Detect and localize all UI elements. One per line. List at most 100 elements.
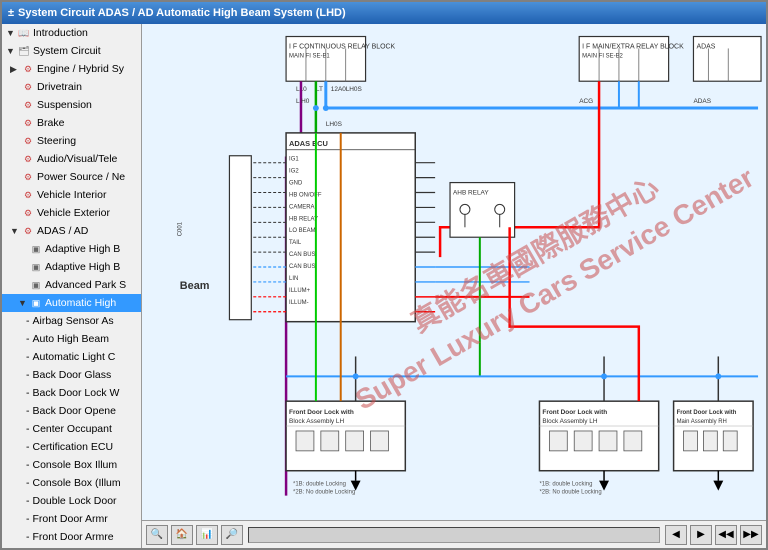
gear-icon: ⚙ [21, 224, 35, 238]
sidebar-item-auto-high[interactable]: ▼ ▣ Automatic High [2, 294, 141, 312]
sub-icon: ▣ [29, 296, 43, 310]
sidebar-item-adaptive-b2[interactable]: ▣ Adaptive High B [2, 258, 141, 276]
sidebar-item-auto-light[interactable]: - Automatic Light C [2, 348, 141, 366]
svg-text:MAIN FI SE-B2: MAIN FI SE-B2 [582, 53, 623, 59]
svg-text:GND: GND [289, 181, 303, 187]
sidebar-item-engine[interactable]: ▶ ⚙ Engine / Hybrid Sy [2, 60, 141, 78]
sidebar-item-adas[interactable]: ▼ ⚙ ADAS / AD [2, 222, 141, 240]
sidebar-item-front-door-ins1[interactable]: - Front Door Inside [2, 546, 141, 548]
svg-text:*2B: No double Locking: *2B: No double Locking [539, 490, 601, 496]
title-icon: ± [8, 7, 14, 19]
sidebar-item-drivetrain[interactable]: ⚙ Drivetrain [2, 78, 141, 96]
svg-text:MAIN FI SE-B1: MAIN FI SE-B1 [289, 53, 330, 59]
svg-text:Front Door Lock with: Front Door Lock with [289, 409, 354, 416]
svg-text:ILLUM+: ILLUM+ [289, 288, 311, 294]
sidebar-item-console-illum[interactable]: - Console Box Illum [2, 456, 141, 474]
first-page-button[interactable]: ◀◀ [715, 525, 737, 545]
search-icon: 🔍 [151, 529, 163, 540]
bullet: - [26, 511, 30, 527]
wiring-diagram: I F CONTINUOUS RELAY BLOCK MAIN FI SE-B1… [142, 24, 766, 520]
svg-text:TAIL: TAIL [289, 240, 302, 246]
chart-button[interactable]: 📊 [196, 525, 218, 545]
bullet: - [26, 349, 30, 365]
gear-icon: ⚙ [21, 62, 35, 76]
svg-text:IG2: IG2 [289, 169, 299, 175]
sidebar-item-power[interactable]: ⚙ Power Source / Ne [2, 168, 141, 186]
home-icon: 🏠 [176, 529, 188, 540]
bullet: - [26, 493, 30, 509]
svg-text:Beam: Beam [180, 280, 210, 292]
svg-text:LH0S: LH0S [326, 121, 342, 128]
svg-text:CAMERA: CAMERA [289, 204, 314, 210]
zoom-button[interactable]: 🔎 [221, 525, 243, 545]
svg-text:C001: C001 [178, 221, 184, 236]
svg-text:ADAS: ADAS [696, 43, 715, 50]
gear-icon: ⚙ [21, 116, 35, 130]
first-icon: ◀◀ [718, 529, 733, 540]
search-button[interactable]: 🔍 [146, 525, 168, 545]
svg-text:Front Door Lock with: Front Door Lock with [677, 410, 737, 416]
sidebar-item-audio[interactable]: ⚙ Audio/Visual/Tele [2, 150, 141, 168]
next-page-button[interactable]: ▶ [690, 525, 712, 545]
sidebar-item-vehicle-interior[interactable]: ⚙ Vehicle Interior [2, 186, 141, 204]
sidebar-item-adaptive-b1[interactable]: ▣ Adaptive High B [2, 240, 141, 258]
expand-icon: ▼ [10, 223, 20, 239]
zoom-icon: 🔎 [226, 529, 238, 540]
horizontal-scrollbar[interactable] [248, 527, 660, 543]
sidebar-scroll[interactable]: ▼ 📖 Introduction ▼ 🗂 System Circuit ▶ ⚙ … [2, 24, 141, 548]
main-window: ± System Circuit ADAS / AD Automatic Hig… [0, 0, 768, 550]
sidebar-item-steering[interactable]: ⚙ Steering [2, 132, 141, 150]
svg-text:ADAS ECU: ADAS ECU [289, 139, 328, 148]
svg-text:LH0S: LH0S [346, 86, 362, 93]
svg-text:12A0: 12A0 [331, 86, 346, 93]
expand-icon: ▼ [6, 43, 16, 59]
bullet: - [26, 367, 30, 383]
gear-icon: ⚙ [21, 98, 35, 112]
content-area: ▼ 📖 Introduction ▼ 🗂 System Circuit ▶ ⚙ … [2, 24, 766, 548]
gear-icon: ⚙ [21, 206, 35, 220]
sidebar-item-back-door-glass[interactable]: - Back Door Glass [2, 366, 141, 384]
expand-icon: ▼ [6, 25, 16, 41]
svg-text:ADAS: ADAS [693, 98, 711, 105]
sidebar-item-airbag[interactable]: - Airbag Sensor As [2, 312, 141, 330]
diagram-canvas[interactable]: 真能名車國際服務中心 Super Luxury Cars Service Cen… [142, 24, 766, 520]
prev-page-button[interactable]: ◀ [665, 525, 687, 545]
sidebar-item-back-door-open[interactable]: - Back Door Opene [2, 402, 141, 420]
book-icon: 📖 [17, 26, 31, 40]
sidebar-item-cert-ecu[interactable]: - Certification ECU [2, 438, 141, 456]
diagram-area: 真能名車國際服務中心 Super Luxury Cars Service Cen… [142, 24, 766, 548]
gear-icon: ⚙ [21, 80, 35, 94]
last-page-button[interactable]: ▶▶ [740, 525, 762, 545]
home-button[interactable]: 🏠 [171, 525, 193, 545]
window-title: System Circuit ADAS / AD Automatic High … [18, 7, 346, 19]
sidebar-item-front-door-arm2[interactable]: - Front Door Armre [2, 528, 141, 546]
sub-icon: ▣ [29, 260, 43, 274]
svg-text:I F CONTINUOUS RELAY BLOCK: I F CONTINUOUS RELAY BLOCK [289, 43, 396, 50]
bullet: - [26, 403, 30, 419]
sidebar-item-introduction[interactable]: ▼ 📖 Introduction [2, 24, 141, 42]
gear-icon: ⚙ [21, 152, 35, 166]
sidebar-item-center-occupant[interactable]: - Center Occupant [2, 420, 141, 438]
next-icon: ▶ [697, 529, 705, 540]
svg-text:AHB RELAY: AHB RELAY [453, 189, 489, 196]
sidebar-item-advanced-park[interactable]: ▣ Advanced Park S [2, 276, 141, 294]
sidebar-item-suspension[interactable]: ⚙ Suspension [2, 96, 141, 114]
sidebar-item-console-box[interactable]: - Console Box (Illum [2, 474, 141, 492]
sidebar-item-vehicle-exterior[interactable]: ⚙ Vehicle Exterior [2, 204, 141, 222]
svg-text:*1B: double Locking: *1B: double Locking [293, 482, 346, 488]
chart-icon: 📊 [201, 529, 213, 540]
svg-text:ACG: ACG [579, 98, 593, 105]
svg-text:IG1: IG1 [289, 157, 299, 163]
bottom-bar: 🔍 🏠 📊 🔎 ◀ ▶ ◀◀ [142, 520, 766, 548]
sidebar: ▼ 📖 Introduction ▼ 🗂 System Circuit ▶ ⚙ … [2, 24, 142, 548]
sidebar-item-back-door-lock[interactable]: - Back Door Lock W [2, 384, 141, 402]
bullet: - [26, 529, 30, 545]
sidebar-item-system-circuit[interactable]: ▼ 🗂 System Circuit [2, 42, 141, 60]
sidebar-item-double-lock[interactable]: - Double Lock Door [2, 492, 141, 510]
gear-icon: ⚙ [21, 188, 35, 202]
bullet: - [26, 457, 30, 473]
sidebar-item-brake[interactable]: ⚙ Brake [2, 114, 141, 132]
sidebar-item-auto-high-beam[interactable]: - Auto High Beam [2, 330, 141, 348]
sidebar-item-front-door-arm1[interactable]: - Front Door Armr [2, 510, 141, 528]
sub-icon: ▣ [29, 278, 43, 292]
